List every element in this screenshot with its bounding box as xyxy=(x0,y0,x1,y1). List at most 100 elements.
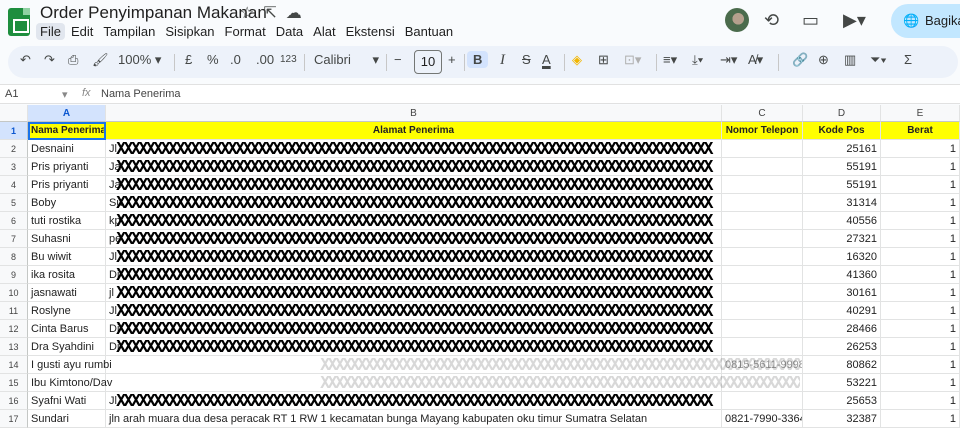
menu-data[interactable]: Data xyxy=(272,23,307,40)
col-postcode-cell[interactable]: 25161 xyxy=(803,140,881,158)
font-select[interactable]: Calibri ▾ xyxy=(314,52,379,68)
col-weight-cell[interactable]: 1 xyxy=(881,248,960,266)
row-header[interactable]: 17 xyxy=(0,410,28,428)
row-header[interactable]: 6 xyxy=(0,212,28,230)
vertical-align-icon[interactable]: ⤓▾ xyxy=(692,52,703,68)
col-name-cell[interactable]: Desnaini xyxy=(28,140,106,158)
filter-icon[interactable]: ⏷▾ xyxy=(870,52,887,68)
col-weight-cell[interactable]: 1 xyxy=(881,392,960,410)
menu-help[interactable]: Bantuan xyxy=(401,23,457,40)
col-postcode-cell[interactable]: 55191 xyxy=(803,158,881,176)
col-name-cell[interactable]: ika rosita xyxy=(28,266,106,284)
col-name-cell[interactable]: Bu wiwit xyxy=(28,248,106,266)
row-header[interactable]: 7 xyxy=(0,230,28,248)
fill-color-icon[interactable]: ◈ xyxy=(572,52,582,68)
column-header-b[interactable]: B xyxy=(106,105,722,122)
print-icon[interactable]: ⎙ xyxy=(68,52,78,68)
menu-file[interactable]: File xyxy=(36,23,65,40)
col-postcode-cell[interactable]: 28466 xyxy=(803,320,881,338)
col-postcode-cell[interactable]: 41360 xyxy=(803,266,881,284)
col-name-cell[interactable]: Syafni Wati xyxy=(28,392,106,410)
col-weight-cell[interactable]: 1 xyxy=(881,158,960,176)
col-weight-cell[interactable]: 1 xyxy=(881,320,960,338)
increase-decimal-button[interactable]: .00 xyxy=(256,52,274,67)
col-weight-cell[interactable]: 1 xyxy=(881,176,960,194)
col-name-cell[interactable]: Boby xyxy=(28,194,106,212)
merge-cells-icon[interactable]: ⊡▾ xyxy=(624,52,641,68)
share-button[interactable]: 🌐 Bagikan xyxy=(891,4,960,38)
col-name-cell[interactable]: Cinta Barus xyxy=(28,320,106,338)
column-header-e[interactable]: E xyxy=(881,105,960,122)
col-name-cell[interactable]: Ibu Kimtono/Dav xyxy=(28,374,112,392)
col-name-cell[interactable]: I gusti ayu rumbi xyxy=(28,356,112,374)
header-cell-address[interactable]: Alamat Penerima xyxy=(106,122,722,140)
col-name-cell[interactable]: jasnawati xyxy=(28,284,106,302)
column-header-a[interactable]: A xyxy=(28,105,106,122)
menu-view[interactable]: Tampilan xyxy=(99,23,159,40)
percent-format-button[interactable]: % xyxy=(207,52,219,67)
row-header[interactable]: 1 xyxy=(0,122,28,140)
row-header[interactable]: 16 xyxy=(0,392,28,410)
menu-insert[interactable]: Sisipkan xyxy=(161,23,218,40)
functions-icon[interactable]: Σ xyxy=(904,52,912,67)
col-weight-cell[interactable]: 1 xyxy=(881,194,960,212)
currency-format-button[interactable]: £ xyxy=(185,52,192,67)
sheets-logo-icon[interactable] xyxy=(8,8,30,36)
name-box[interactable]: A1 xyxy=(5,88,18,100)
comments-icon[interactable]: ▭ xyxy=(802,10,819,31)
font-size-decrease-icon[interactable]: − xyxy=(394,52,402,67)
undo-icon[interactable]: ↶ xyxy=(20,52,31,68)
row-header[interactable]: 13 xyxy=(0,338,28,356)
italic-icon[interactable]: I xyxy=(500,52,505,69)
row-header[interactable]: 3 xyxy=(0,158,28,176)
col-postcode-cell[interactable]: 80862 xyxy=(803,356,881,374)
row-header[interactable]: 15 xyxy=(0,374,28,392)
insert-comment-icon[interactable]: ⊕ xyxy=(818,52,829,68)
decrease-decimal-button[interactable]: .0 xyxy=(230,52,241,67)
col-postcode-cell[interactable]: 25653 xyxy=(803,392,881,410)
col-postcode-cell[interactable]: 55191 xyxy=(803,176,881,194)
menu-tools[interactable]: Alat xyxy=(309,23,339,40)
redo-icon[interactable]: ↷ xyxy=(44,52,55,68)
insert-link-icon[interactable]: 🔗 xyxy=(792,52,808,68)
horizontal-align-icon[interactable]: ≡▾ xyxy=(663,52,677,68)
col-postcode-cell[interactable]: 16320 xyxy=(803,248,881,266)
history-icon[interactable]: ⟲ xyxy=(764,10,779,31)
document-title[interactable]: Order Penyimpanan Makanan xyxy=(40,3,267,23)
col-postcode-cell[interactable]: 30161 xyxy=(803,284,881,302)
strikethrough-icon[interactable]: S xyxy=(522,52,531,67)
text-rotation-icon[interactable]: A̸▾ xyxy=(748,52,763,68)
col-weight-cell[interactable]: 1 xyxy=(881,338,960,356)
col-weight-cell[interactable]: 1 xyxy=(881,212,960,230)
text-color-icon[interactable]: A xyxy=(542,52,551,67)
header-cell-weight[interactable]: Berat xyxy=(881,122,960,140)
header-cell-name[interactable]: Nama Penerima xyxy=(28,122,106,140)
col-postcode-cell[interactable]: 53221 xyxy=(803,374,881,392)
col-name-cell[interactable]: Dra Syahdini xyxy=(28,338,106,356)
col-postcode-cell[interactable]: 26253 xyxy=(803,338,881,356)
header-cell-postcode[interactable]: Kode Pos xyxy=(803,122,881,140)
row-header[interactable]: 8 xyxy=(0,248,28,266)
zoom-select[interactable]: 100% ▾ xyxy=(118,52,161,68)
col-name-cell[interactable]: Sundari xyxy=(28,410,106,428)
row-header[interactable]: 11 xyxy=(0,302,28,320)
bold-button[interactable]: B xyxy=(467,51,489,68)
meet-icon[interactable]: ▶▾ xyxy=(843,10,866,31)
col-weight-cell[interactable]: 1 xyxy=(881,140,960,158)
col-name-cell[interactable]: Pris priyanti xyxy=(28,158,106,176)
formula-input[interactable]: Nama Penerima xyxy=(101,88,180,100)
header-cell-phone[interactable]: Nomor Telepon xyxy=(722,122,803,140)
col-phone-cell[interactable]: 0821-7990-3364 xyxy=(722,410,803,428)
menu-format[interactable]: Format xyxy=(221,23,270,40)
name-box-dropdown-icon[interactable]: ▾ xyxy=(62,88,68,101)
avatar[interactable] xyxy=(725,8,749,32)
col-weight-cell[interactable]: 1 xyxy=(881,284,960,302)
row-header[interactable]: 2 xyxy=(0,140,28,158)
row-header[interactable]: 9 xyxy=(0,266,28,284)
move-to-folder-icon[interactable]: ⇱ xyxy=(263,3,276,23)
row-header[interactable]: 12 xyxy=(0,320,28,338)
col-weight-cell[interactable]: 1 xyxy=(881,302,960,320)
borders-icon[interactable]: ⊞ xyxy=(598,52,609,68)
col-weight-cell[interactable]: 1 xyxy=(881,356,960,374)
col-postcode-cell[interactable]: 31314 xyxy=(803,194,881,212)
